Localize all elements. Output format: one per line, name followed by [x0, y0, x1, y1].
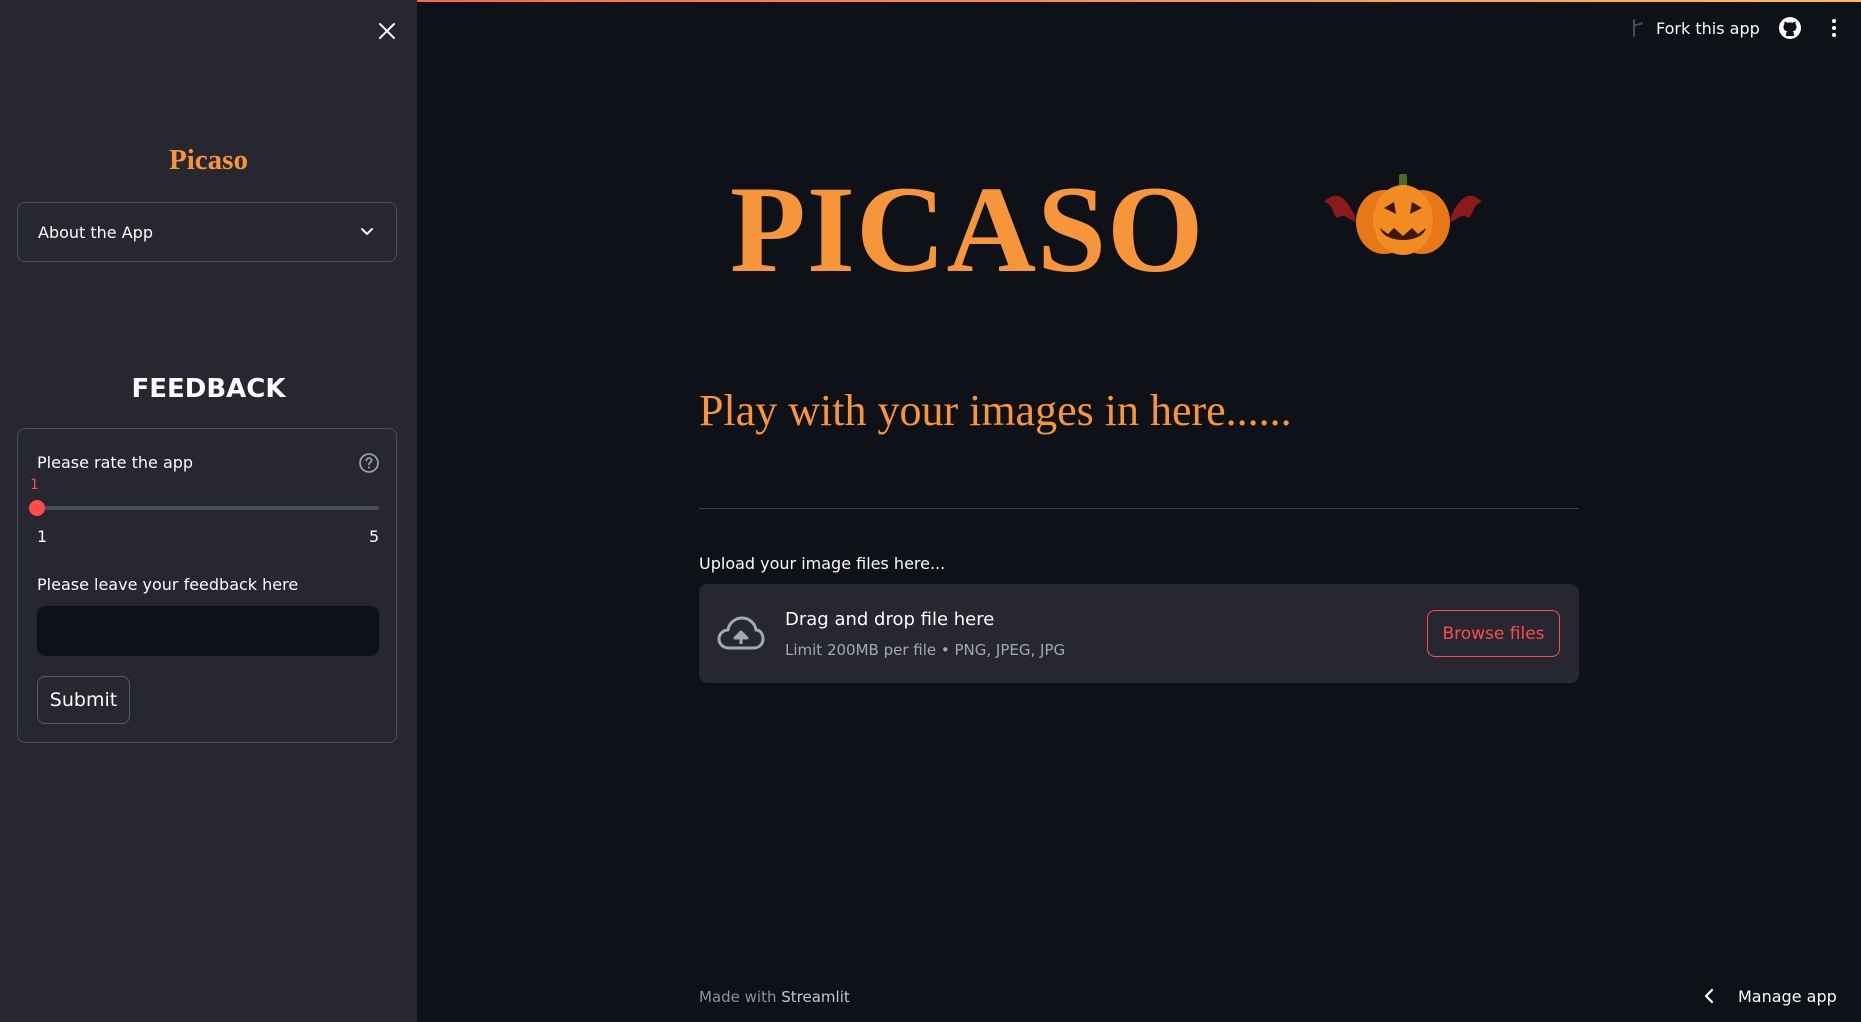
- rating-max-label: 5: [369, 527, 380, 546]
- close-sidebar-button[interactable]: [372, 16, 402, 46]
- footer-made-with: Made with: [699, 988, 777, 1006]
- kebab-menu-icon[interactable]: [1824, 16, 1844, 40]
- rating-slider-thumb[interactable]: [29, 500, 45, 516]
- feedback-form: Please rate the app 1 1 5 Please leave y…: [17, 428, 397, 743]
- page-subtitle: Play with your images in here......: [699, 386, 1292, 435]
- footer-streamlit-link[interactable]: Streamlit: [781, 988, 850, 1006]
- divider: [699, 508, 1579, 509]
- rating-min-label: 1: [37, 527, 48, 546]
- sidebar: Picaso About the App FEEDBACK Please rat…: [0, 0, 417, 1022]
- feedback-heading: FEEDBACK: [131, 374, 286, 404]
- about-expander-label: About the App: [38, 222, 153, 242]
- feedback-input[interactable]: [37, 606, 379, 656]
- page-title: PICASO: [730, 161, 1205, 298]
- rating-slider-track[interactable]: [37, 506, 379, 510]
- upload-label: Upload your image files here...: [699, 554, 946, 573]
- rating-label: Please rate the app: [37, 453, 194, 472]
- pumpkin-bat-icon: [1324, 174, 1482, 255]
- help-icon[interactable]: [358, 452, 380, 474]
- cloud-upload-icon: [717, 616, 765, 650]
- github-icon[interactable]: [1778, 16, 1802, 40]
- about-expander[interactable]: About the App: [17, 202, 397, 262]
- dropzone-limit: Limit 200MB per file • PNG, JPEG, JPG: [785, 641, 1066, 659]
- rating-slider-value: 1: [30, 477, 39, 493]
- fork-label: Fork this app: [1656, 18, 1760, 38]
- file-dropzone[interactable]: Drag and drop file here Limit 200MB per …: [699, 584, 1579, 683]
- feedback-label: Please leave your feedback here: [37, 575, 299, 594]
- dropzone-title: Drag and drop file here: [785, 609, 995, 630]
- manage-app-button[interactable]: Manage app: [1704, 984, 1837, 1008]
- footer: Made with Streamlit: [699, 988, 850, 1006]
- sidebar-title: Picaso: [169, 144, 248, 176]
- submit-button[interactable]: Submit: [37, 676, 130, 724]
- manage-app-label: Manage app: [1738, 986, 1837, 1006]
- chevron-left-icon: [1704, 988, 1714, 1004]
- fork-app-button[interactable]: Fork this app: [1630, 16, 1760, 40]
- fork-icon: [1633, 19, 1643, 37]
- close-icon: [379, 23, 395, 39]
- chevron-down-icon: [361, 228, 373, 235]
- browse-files-button[interactable]: Browse files: [1427, 610, 1560, 657]
